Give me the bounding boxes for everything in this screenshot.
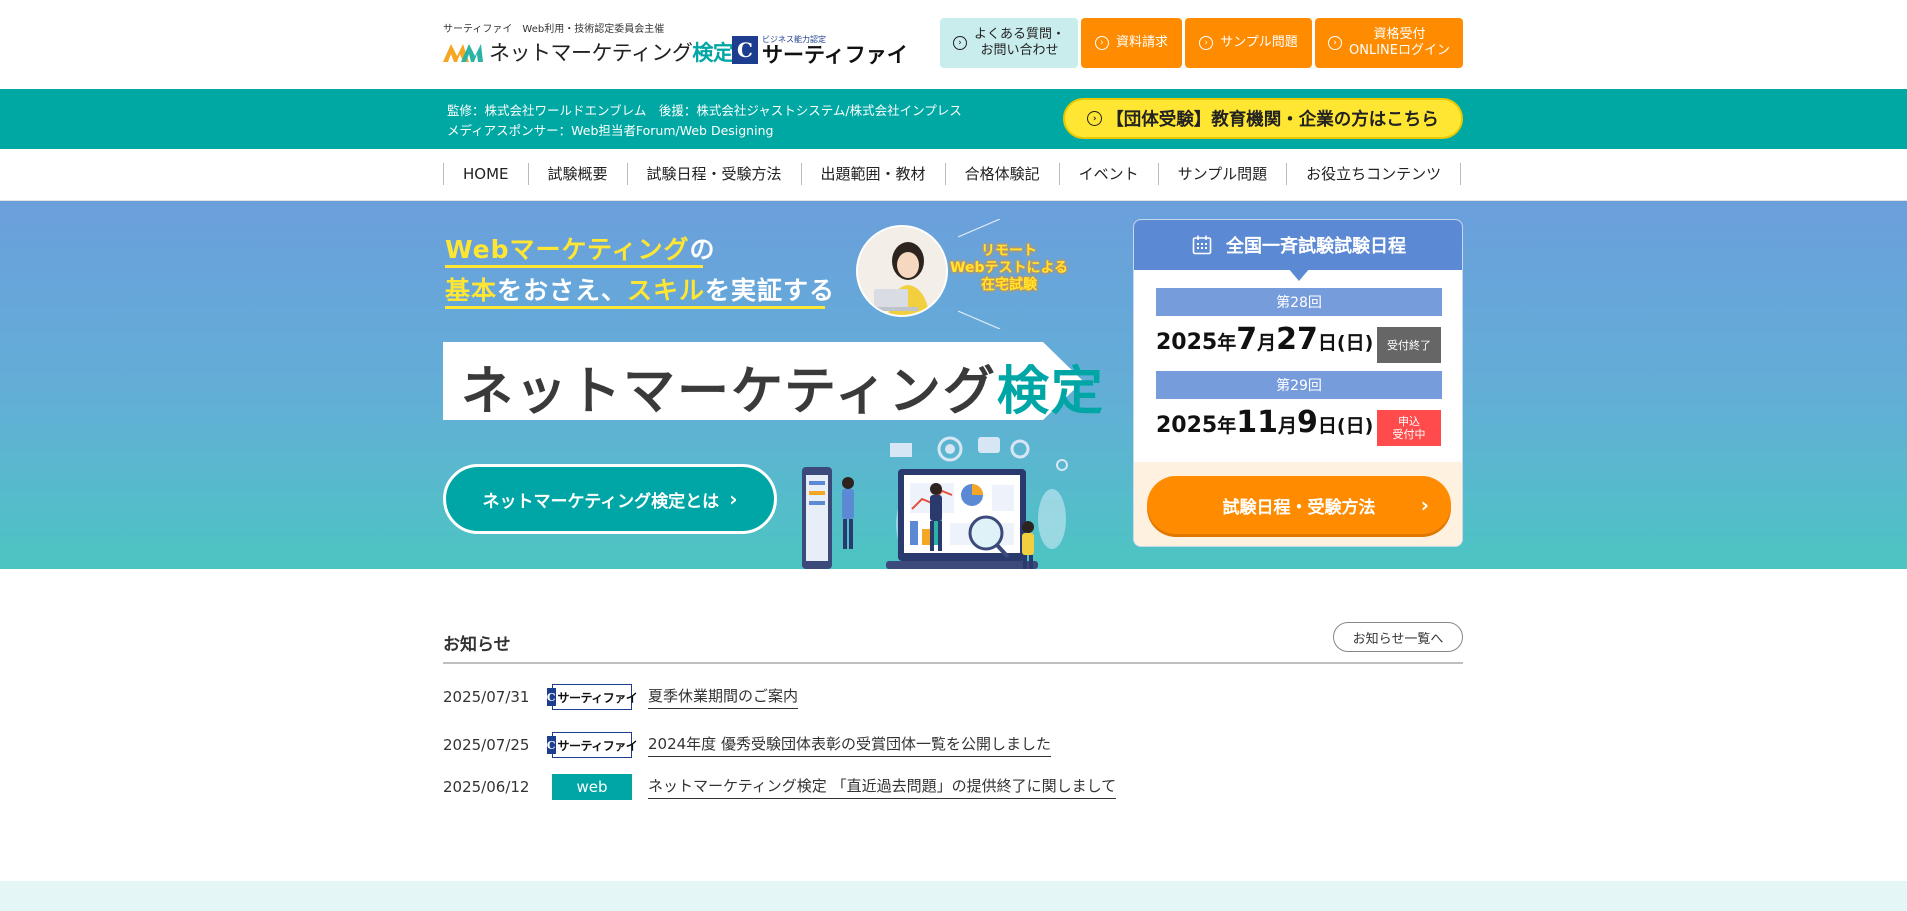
exam-date: 2025年11月9日(日) — [1156, 405, 1374, 440]
nav-item-home[interactable]: HOME — [444, 163, 529, 185]
news-heading: お知らせ — [443, 635, 511, 655]
group-exam-button[interactable]: › 【団体受験】教育機関・企業の方はこちら — [1063, 98, 1463, 139]
calendar-icon — [1192, 235, 1212, 255]
news-date: 2025/06/12 — [443, 778, 530, 796]
status-badge: 受付終了 — [1377, 327, 1441, 363]
remote-exam-label: リモート Webテストによる 在宅試験 — [950, 243, 1069, 293]
nav-item-scope[interactable]: 出題範囲・教材 — [802, 163, 946, 185]
news-date: 2025/07/25 — [443, 736, 530, 754]
certify-mark-icon: C — [546, 736, 556, 754]
request-materials-button[interactable]: › 資料請求 — [1081, 18, 1182, 68]
hero-tagline-line1: Webマーケティングの — [445, 235, 716, 264]
chevron-right-icon: › — [729, 487, 738, 511]
schedule-method-button[interactable]: 試験日程・受験方法 › — [1147, 476, 1451, 534]
exam-date: 2025年7月27日(日) — [1156, 322, 1374, 357]
certify-mark-icon: C — [732, 36, 758, 64]
faq-contact-button[interactable]: › よくある質問・ お問い合わせ — [940, 18, 1078, 68]
news-link[interactable]: 2024年度 優秀受験団体表彰の受賞団体一覧を公開しました — [648, 733, 1051, 757]
nav-item-stories[interactable]: 合格体験記 — [946, 163, 1060, 185]
sponsor-line-1: 監修：株式会社ワールドエンブレム 後援：株式会社ジャストシステム/株式会社インプ… — [447, 103, 962, 118]
news-item: 2025/07/31 C サーティファイ 夏季休業期間のご案内 — [443, 683, 799, 711]
status-badge[interactable]: 申込 受付中 — [1377, 410, 1441, 446]
certify-mark-icon: C — [546, 688, 556, 706]
exam-title-banner: ネットマーケティング検定 — [443, 342, 1103, 422]
hero: Webマーケティングの 基本をおさえ、スキルを実証する リモート Webテストによ… — [0, 201, 1907, 569]
nav-item-schedule[interactable]: 試験日程・受験方法 — [628, 163, 802, 185]
nm-logo-mark-icon — [443, 40, 483, 64]
circle-chevron-icon: › — [1087, 111, 1103, 126]
circle-chevron-icon: › — [1199, 36, 1214, 50]
global-nav: HOME 試験概要 試験日程・受験方法 出題範囲・教材 合格体験記 イベント サ… — [0, 149, 1907, 201]
news-link[interactable]: ネットマーケティング検定 「直近過去問題」の提供終了に関しまして — [648, 775, 1117, 799]
sponsor-band: 監修：株式会社ワールドエンブレム 後援：株式会社ジャストシステム/株式会社インプ… — [0, 89, 1907, 149]
news-list-button[interactable]: お知らせ一覧へ — [1333, 622, 1463, 652]
sample-questions-button[interactable]: › サンプル問題 — [1185, 18, 1312, 68]
nav-item-events[interactable]: イベント — [1060, 163, 1159, 185]
nav-item-samples[interactable]: サンプル問題 — [1159, 163, 1288, 185]
about-exam-button[interactable]: ネットマーケティング検定とは › — [443, 464, 777, 534]
hero-tagline-line2: 基本をおさえ、スキルを実証する — [445, 276, 836, 305]
schedule-header: 全国一斉試験試験日程 — [1134, 220, 1462, 270]
exam-title: ネットマーケティング検定 — [461, 362, 1105, 422]
certify-logo[interactable]: C ビジネス能力認定 サーティファイ — [732, 34, 908, 66]
remote-exam-person-image — [856, 225, 948, 317]
news-date: 2025/07/31 — [443, 688, 530, 706]
round-label: 第29回 — [1156, 371, 1442, 399]
circle-chevron-icon: › — [952, 36, 967, 50]
nav-item-contents[interactable]: お役立ちコンテンツ — [1287, 163, 1462, 185]
online-login-button[interactable]: › 資格受付 ONLINEログイン — [1315, 18, 1463, 68]
news-tag-certify: C サーティファイ — [546, 684, 638, 710]
round-label: 第28回 — [1156, 288, 1442, 316]
certify-name: サーティファイ — [762, 42, 908, 67]
schedule-header-pointer — [1288, 268, 1310, 281]
nav-item-overview[interactable]: 試験概要 — [529, 163, 628, 185]
sponsor-line-2: メディアスポンサー：Web担当者Forum/Web Designing — [447, 123, 774, 138]
footer-strip — [0, 881, 1907, 911]
logo-caption: サーティファイ Web利用・技術認定委員会主催 — [443, 24, 665, 35]
news-tag-web: web — [552, 774, 632, 800]
exam-schedule-card: 全国一斉試験試験日程 第28回 2025年7月27日(日) 受付終了 第29回 … — [1133, 219, 1463, 547]
news-link[interactable]: 夏季休業期間のご案内 — [648, 685, 799, 709]
tagline-underline — [445, 306, 825, 309]
news-item: 2025/06/12 web ネットマーケティング検定 「直近過去問題」の提供終… — [443, 773, 1117, 801]
tagline-underline — [445, 265, 703, 268]
news-divider — [443, 662, 1463, 664]
site-logo[interactable]: ネットマーケティング検定 — [443, 38, 734, 66]
marketing-dashboard-illustration — [802, 436, 1068, 569]
news-tag-certify: C サーティファイ — [546, 732, 638, 758]
chevron-right-icon: › — [1420, 493, 1429, 517]
news-item: 2025/07/25 C サーティファイ 2024年度 優秀受験団体表彰の受賞団体… — [443, 731, 1051, 759]
site-header: サーティファイ Web利用・技術認定委員会主催 ネットマーケティング検定 C ビ… — [0, 0, 1907, 89]
circle-chevron-icon: › — [1328, 36, 1342, 50]
logo-name: ネットマーケティング検定 — [489, 41, 734, 65]
circle-chevron-icon: › — [1094, 36, 1109, 50]
